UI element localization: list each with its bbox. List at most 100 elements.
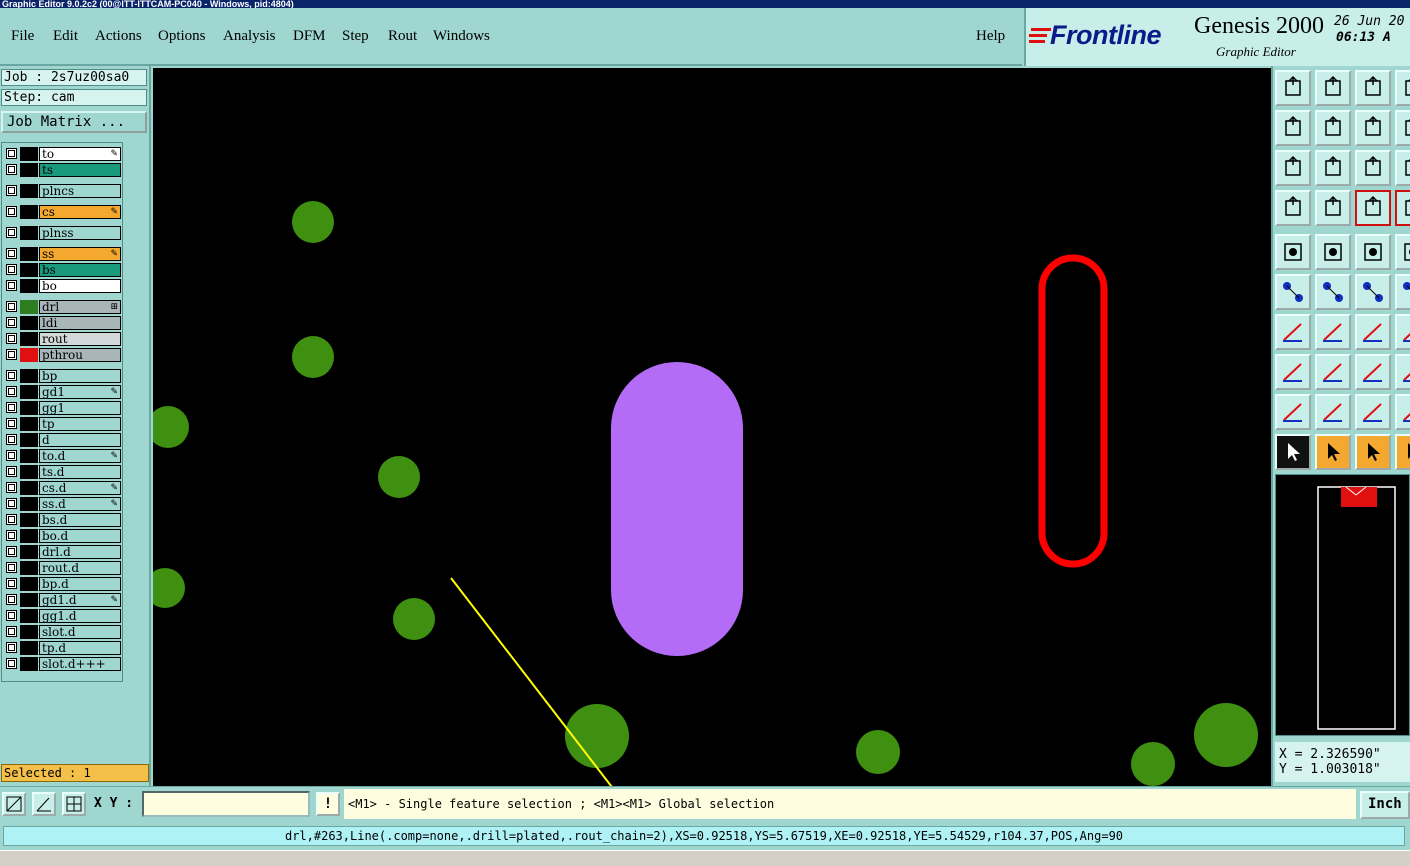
step-button[interactable]	[1395, 354, 1410, 390]
menu-options[interactable]: Options	[158, 28, 206, 45]
zoom-center-button[interactable]	[1315, 150, 1351, 186]
drill-slot[interactable]	[611, 362, 743, 656]
layer-checkbox[interactable]	[6, 514, 17, 525]
layer-checkbox[interactable]	[6, 402, 17, 413]
canvas-drawing[interactable]	[145, 68, 1271, 831]
undo-zoom-button[interactable]	[1355, 110, 1391, 146]
zoom-prev-button[interactable]	[1395, 70, 1410, 106]
corner-button[interactable]	[1275, 354, 1311, 390]
layer-color-swatch[interactable]	[20, 369, 38, 383]
warning-button[interactable]: !	[316, 792, 340, 816]
drill-pad[interactable]	[145, 568, 185, 608]
drill-pad[interactable]	[856, 730, 900, 774]
layer-checkbox[interactable]	[6, 530, 17, 541]
move-point-button[interactable]	[1355, 274, 1391, 310]
layer-color-swatch[interactable]	[20, 385, 38, 399]
xy-input[interactable]	[142, 791, 310, 817]
drill-pad[interactable]	[292, 336, 334, 378]
layer-name[interactable]: tp	[39, 417, 121, 431]
layer-name[interactable]: cs ✎	[39, 205, 121, 219]
zoom-area-button[interactable]	[2, 792, 26, 816]
layer-name[interactable]: bs.d	[39, 513, 121, 527]
pan-left-button[interactable]	[1275, 110, 1311, 146]
arc-button[interactable]	[1355, 314, 1391, 350]
layer-checkbox[interactable]	[6, 434, 17, 445]
layer-checkbox[interactable]	[6, 185, 17, 196]
layer-checkbox[interactable]	[6, 386, 17, 397]
layer-color-swatch[interactable]	[20, 417, 38, 431]
select-all-button[interactable]	[1395, 434, 1410, 470]
drill-pad[interactable]	[565, 704, 629, 768]
triangle-button[interactable]	[1275, 394, 1311, 430]
layer-name[interactable]: slot.d+++	[39, 657, 121, 671]
layer-checkbox[interactable]	[6, 578, 17, 589]
layer-name[interactable]: slot.d	[39, 625, 121, 639]
layer-color-swatch[interactable]	[20, 316, 38, 330]
layer-checkbox[interactable]	[6, 450, 17, 461]
layer-name[interactable]: tp.d	[39, 641, 121, 655]
rout-slot[interactable]	[1038, 254, 1108, 568]
layer-name[interactable]: ss.d ✎	[39, 497, 121, 511]
layer-color-swatch[interactable]	[20, 401, 38, 415]
layer-name[interactable]: ldi	[39, 316, 121, 330]
layer-checkbox[interactable]	[6, 264, 17, 275]
layer-checkbox[interactable]	[6, 418, 17, 429]
layer-name[interactable]: d	[39, 433, 121, 447]
layer-name[interactable]: cs.d ✎	[39, 481, 121, 495]
menu-edit[interactable]: Edit	[53, 28, 78, 45]
job-matrix-button[interactable]: Job Matrix ...	[1, 111, 147, 133]
parallel-button[interactable]	[1395, 314, 1410, 350]
view-button[interactable]	[1395, 150, 1410, 186]
layer-name[interactable]: bp.d	[39, 577, 121, 591]
layer-checkbox[interactable]	[6, 349, 17, 360]
add-pad-button[interactable]	[1275, 234, 1311, 270]
layer-button[interactable]	[1395, 190, 1410, 226]
layer-color-swatch[interactable]	[20, 577, 38, 591]
fit-button[interactable]	[1395, 110, 1410, 146]
layer-name[interactable]: bp	[39, 369, 121, 383]
layer-color-swatch[interactable]	[20, 332, 38, 346]
grid-button[interactable]	[62, 792, 86, 816]
shape-button[interactable]	[1355, 394, 1391, 430]
layer-color-swatch[interactable]	[20, 205, 38, 219]
layer-checkbox[interactable]	[6, 248, 17, 259]
menu-actions[interactable]: Actions	[95, 28, 142, 45]
layer-name[interactable]: ts.d	[39, 465, 121, 479]
layer-color-swatch[interactable]	[20, 247, 38, 261]
layer-color-swatch[interactable]	[20, 593, 38, 607]
select-button[interactable]	[1275, 434, 1311, 470]
layer-name[interactable]: to.d ✎	[39, 449, 121, 463]
cross-button[interactable]	[1315, 274, 1351, 310]
menu-file[interactable]: File	[11, 28, 34, 45]
layer-color-swatch[interactable]	[20, 497, 38, 511]
triangle-up-button[interactable]	[1315, 394, 1351, 430]
layer-name[interactable]: bo	[39, 279, 121, 293]
edit-line-button[interactable]	[1315, 314, 1351, 350]
layer-color-swatch[interactable]	[20, 433, 38, 447]
layer-name[interactable]: drl.d	[39, 545, 121, 559]
layer-checkbox[interactable]	[6, 610, 17, 621]
layer-name[interactable]: plnss	[39, 226, 121, 240]
select-circle-button[interactable]	[1355, 434, 1391, 470]
layer-name[interactable]: rout.d	[39, 561, 121, 575]
zoom-fit-button[interactable]	[1275, 150, 1311, 186]
mirror-button[interactable]	[1355, 354, 1391, 390]
page-up-button[interactable]	[1275, 70, 1311, 106]
layer-color-swatch[interactable]	[20, 609, 38, 623]
layer-checkbox[interactable]	[6, 658, 17, 669]
layer-name[interactable]: rout	[39, 332, 121, 346]
units-button[interactable]: Inch	[1360, 791, 1410, 819]
layer-checkbox[interactable]	[6, 301, 17, 312]
layer-checkbox[interactable]	[6, 482, 17, 493]
layer-checkbox[interactable]	[6, 317, 17, 328]
layer-name[interactable]: pthrou	[39, 348, 121, 362]
layer-checkbox[interactable]	[6, 333, 17, 344]
page-down-button[interactable]	[1315, 70, 1351, 106]
layer-name[interactable]: gd1 ✎	[39, 385, 121, 399]
select-add-button[interactable]	[1315, 434, 1351, 470]
ruler-button[interactable]	[1355, 234, 1391, 270]
layer-name[interactable]: bo.d	[39, 529, 121, 543]
overview-map[interactable]	[1275, 474, 1410, 736]
pan-right-button[interactable]	[1315, 110, 1351, 146]
layer-color-swatch[interactable]	[20, 226, 38, 240]
